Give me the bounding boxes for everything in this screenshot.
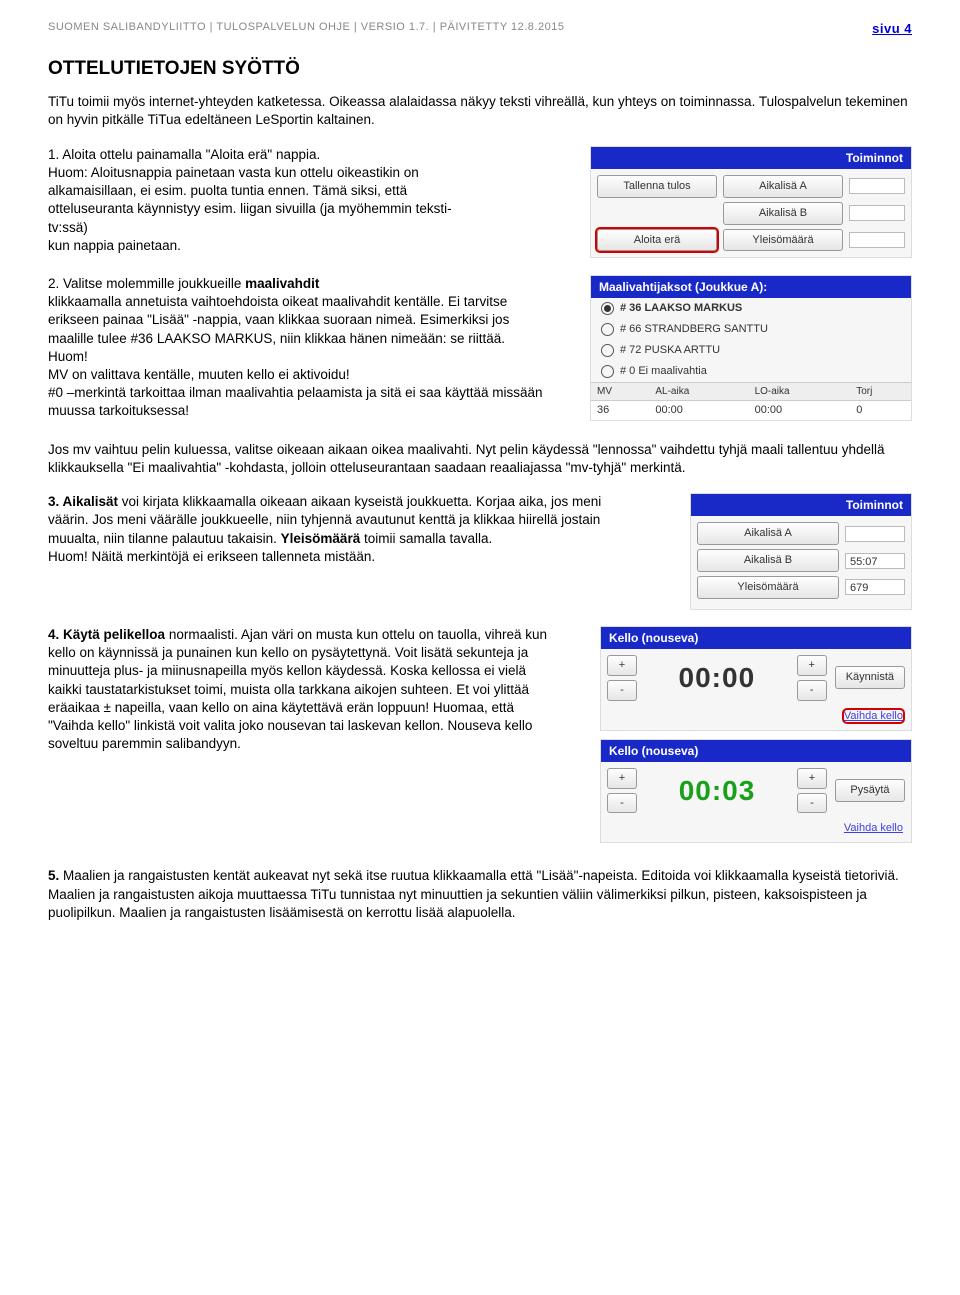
aikalisa-a-value[interactable] bbox=[845, 526, 905, 542]
min-plus-button-2[interactable]: + bbox=[607, 768, 637, 789]
toiminnot-header-2: Toiminnot bbox=[691, 494, 911, 516]
mv-option-72[interactable]: # 72 PUSKA ARTTU bbox=[591, 340, 911, 361]
clock-time-1: 00:00 bbox=[645, 659, 789, 697]
clock-panel-running: Kello (nouseva) + - 00:03 + - Pysäytä Va… bbox=[600, 739, 912, 844]
pysayta-button[interactable]: Pysäytä bbox=[835, 779, 905, 802]
step2: 2. Valitse molemmille joukkueille maaliv… bbox=[48, 275, 548, 421]
aikalisa-b-button-2[interactable]: Aikalisä B bbox=[697, 549, 839, 572]
tallenna-tulos-button[interactable]: Tallenna tulos bbox=[597, 175, 717, 198]
maalivahtijaksot-panel: Maalivahtijaksot (Joukkue A): # 36 LAAKS… bbox=[590, 275, 912, 421]
aloita-era-button[interactable]: Aloita erä bbox=[597, 229, 717, 252]
sec-minus-button[interactable]: - bbox=[797, 680, 827, 701]
toiminnot-panel-2: Toiminnot Aikalisä A Aikalisä B 55:07 Yl… bbox=[690, 493, 912, 610]
kaynnista-button[interactable]: Käynnistä bbox=[835, 666, 905, 689]
clock-time-2: 00:03 bbox=[645, 772, 789, 810]
th-torj: Torj bbox=[850, 382, 911, 401]
vaihda-kello-link-2[interactable]: Vaihda kello bbox=[844, 822, 903, 834]
step3: 3. Aikalisät voi kirjata klikkaamalla oi… bbox=[48, 493, 638, 566]
min-plus-button[interactable]: + bbox=[607, 655, 637, 676]
clock-header-1: Kello (nouseva) bbox=[601, 627, 911, 649]
aikalisa-b-value[interactable]: 55:07 bbox=[845, 553, 905, 569]
yleisomaara-value[interactable]: 679 bbox=[845, 579, 905, 595]
yleisomaara-field[interactable] bbox=[849, 232, 905, 248]
table-row[interactable]: 36 00:00 00:00 0 bbox=[591, 401, 911, 420]
min-minus-button-2[interactable]: - bbox=[607, 793, 637, 814]
page-number: sivu 4 bbox=[872, 20, 912, 38]
th-al: AL-aika bbox=[649, 382, 748, 401]
toiminnot-panel: Toiminnot Tallenna tulos Aikalisä A Aika… bbox=[590, 146, 912, 259]
clock-panel-stopped: Kello (nouseva) + - 00:00 + - Käynnistä … bbox=[600, 626, 912, 731]
step4: 4. Käytä pelikelloa normaalisti. Ajan vä… bbox=[48, 626, 548, 754]
aikalisa-b-field[interactable] bbox=[849, 205, 905, 221]
yleisomaara-button[interactable]: Yleisömäärä bbox=[723, 229, 843, 252]
sec-minus-button-2[interactable]: - bbox=[797, 793, 827, 814]
mv-option-0[interactable]: # 0 Ei maalivahtia bbox=[591, 361, 911, 382]
clock-header-2: Kello (nouseva) bbox=[601, 740, 911, 762]
sec-plus-button-2[interactable]: + bbox=[797, 768, 827, 789]
aikalisa-b-button[interactable]: Aikalisä B bbox=[723, 202, 843, 225]
step1: 1. Aloita ottelu painamalla "Aloita erä"… bbox=[48, 146, 478, 255]
vaihda-kello-link-1[interactable]: Vaihda kello bbox=[844, 710, 903, 722]
yleisomaara-button-2[interactable]: Yleisömäärä bbox=[697, 576, 839, 599]
aikalisa-a-button[interactable]: Aikalisä A bbox=[723, 175, 843, 198]
th-mv: MV bbox=[591, 382, 649, 401]
mv-option-36[interactable]: # 36 LAAKSO MARKUS bbox=[591, 298, 911, 319]
step5: 5. Maalien ja rangaistusten kentät aukea… bbox=[48, 867, 912, 922]
mv-change-note: Jos mv vaihtuu pelin kuluessa, valitse o… bbox=[48, 441, 912, 477]
mv-table: MV AL-aika LO-aika Torj 36 00:00 00:00 0 bbox=[591, 382, 911, 420]
aikalisa-a-button-2[interactable]: Aikalisä A bbox=[697, 522, 839, 545]
mv-option-66[interactable]: # 66 STRANDBERG SANTTU bbox=[591, 319, 911, 340]
sec-plus-button[interactable]: + bbox=[797, 655, 827, 676]
th-lo: LO-aika bbox=[749, 382, 851, 401]
toiminnot-header: Toiminnot bbox=[591, 147, 911, 169]
mv-header: Maalivahtijaksot (Joukkue A): bbox=[591, 276, 911, 298]
intro-text: TiTu toimii myös internet-yhteyden katke… bbox=[48, 93, 912, 129]
breadcrumb: SUOMEN SALIBANDYLIITTO | TULOSPALVELUN O… bbox=[48, 20, 564, 38]
min-minus-button[interactable]: - bbox=[607, 680, 637, 701]
aikalisa-a-field[interactable] bbox=[849, 178, 905, 194]
page-title: OTTELUTIETOJEN SYÖTTÖ bbox=[48, 56, 912, 82]
